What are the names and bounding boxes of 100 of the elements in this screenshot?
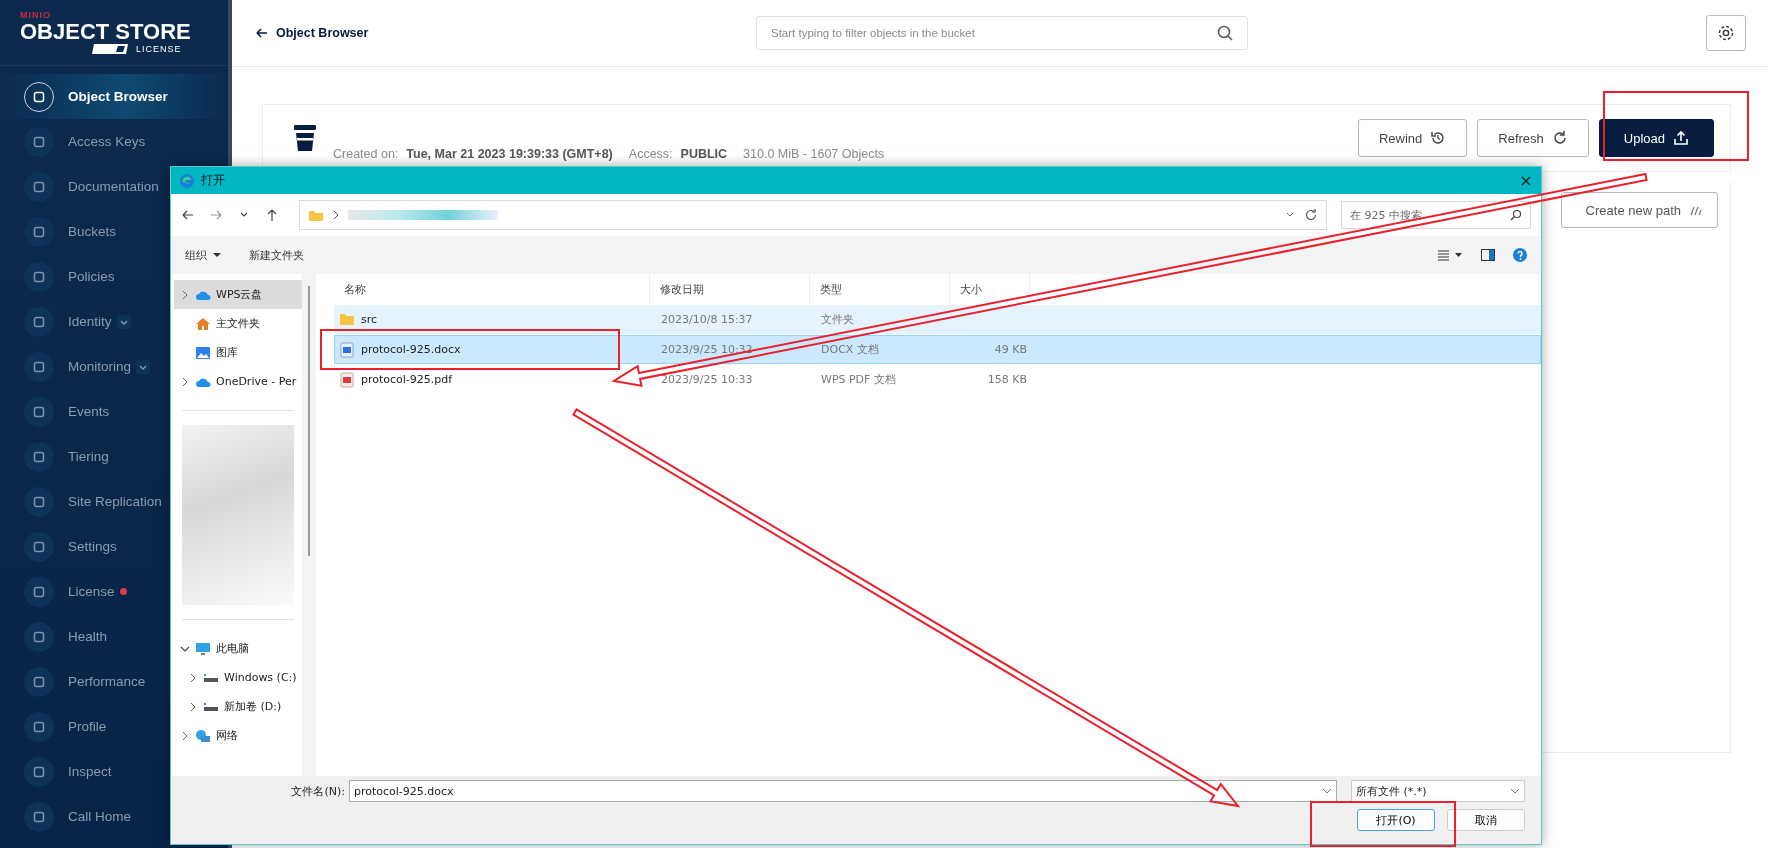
file-date: 2023/9/25 10:33 [660,373,754,386]
menu-item-icon [24,396,54,427]
home-icon [195,316,211,331]
chevron-right-icon[interactable] [188,701,198,712]
refresh-icon [1551,130,1568,146]
menu-item-icon [24,486,54,517]
sidebar-item[interactable]: Tiering [0,434,228,479]
rewind-button[interactable]: Rewind [1357,119,1468,157]
sidebar-item[interactable]: Access Keys [0,119,228,164]
forward-icon[interactable] [209,208,223,222]
nav-pane-item[interactable]: WPS云盘 [174,280,302,309]
back-link[interactable]: Object Browser [256,26,756,40]
file-type: WPS PDF 文档 [820,372,897,387]
browser-logo-icon [179,172,195,189]
menu-item-icon [24,126,54,157]
access-value: PUBLIC [680,147,728,161]
column-header[interactable]: 修改日期 [650,274,810,304]
folder-icon [308,208,324,222]
folder-icon [339,311,355,328]
dialog-title: 打开 [201,172,226,189]
file-row[interactable]: src 2023/10/8 15:37 文件夹 [334,305,1541,334]
menu-item-icon [24,756,54,787]
caret-icon [213,252,221,258]
nav-pane-item[interactable]: 主文件夹 [174,309,302,338]
file-size: 158 KB [986,373,1028,386]
chevron-right-icon[interactable] [188,672,198,683]
chevron-right-icon[interactable] [180,730,190,741]
chevron-right-icon[interactable] [180,289,190,300]
pdf-icon [339,371,355,388]
menu-item-icon [24,576,54,607]
menu-item-icon [24,666,54,697]
view-menu-icon[interactable] [1437,249,1463,261]
menu-item-icon [24,171,54,202]
settings-button[interactable] [1706,15,1746,51]
open-button[interactable]: 打开(O) [1357,809,1435,831]
search-icon [1510,209,1522,221]
upload-button[interactable]: Upload [1598,119,1714,157]
file-type: DOCX 文档 [820,342,880,357]
back-arrow-icon [256,28,268,38]
sidebar-item[interactable]: Call Home [0,794,228,839]
create-path-button[interactable]: Create new path [1560,192,1718,228]
search-field[interactable]: Start typing to filter objects in the bucket [756,16,1248,50]
refresh-button[interactable]: Refresh [1477,119,1589,157]
bucket-icon [293,124,317,152]
bucket-usage: 310.0 MiB - 1607 Objects [743,147,885,161]
path-icon [1689,204,1703,216]
preview-pane-icon[interactable] [1481,249,1495,261]
menu-item-icon [24,261,54,292]
file-date: 2023/10/8 15:37 [660,313,754,326]
column-header[interactable]: 名称 [334,274,650,304]
column-header[interactable]: 类型 [810,274,950,304]
menu-item-icon [24,531,54,562]
sidebar-item[interactable]: Settings [0,524,228,569]
nav-pane-item[interactable]: 网络 [174,721,302,750]
nav-pane-item[interactable]: 图库 [174,338,302,367]
sidebar-item[interactable]: Site Replication [0,479,228,524]
license-label: LICENSE [136,44,182,54]
network-icon [195,728,211,743]
sidebar-item[interactable]: Inspect [0,749,228,794]
menu-item-icon [24,216,54,247]
menu-item-icon [24,351,54,382]
menu-item-icon [24,306,54,337]
cancel-button[interactable]: 取消 [1447,809,1525,831]
scrollbar[interactable] [302,274,316,776]
file-name: protocol-925.pdf [361,373,453,386]
file-name: src [361,313,378,326]
file-size: 49 KB [993,343,1028,356]
menu-item-icon [24,801,54,832]
up-arrow-icon[interactable] [265,208,279,222]
menu-item-icon [24,711,54,742]
refresh-icon [1304,208,1318,222]
nav-pane-item[interactable]: 此电脑 [174,634,302,663]
product-name: OBJECT STORE [20,20,191,44]
back-icon[interactable] [181,208,195,222]
alert-dot [119,588,127,595]
filename-field[interactable]: protocol-925.docx [349,780,1337,802]
nav-pane-item[interactable]: Windows (C:) [174,663,302,692]
file-row[interactable]: protocol-925.pdf 2023/9/25 10:33 WPS PDF 文档 158 KB [334,365,1541,394]
file-name: protocol-925.docx [361,343,461,356]
column-header[interactable]: 大小 [950,274,1030,304]
search-icon [1217,25,1233,41]
chevron-down-icon [136,359,151,374]
access-label: Access: [628,147,673,161]
chevron-right-icon[interactable] [180,376,190,387]
sidebar-item[interactable]: License [0,569,228,614]
created-label: Created on: [333,147,399,161]
created-date: Tue, Mar 21 2023 19:39:33 (GMT+8) [406,147,613,161]
nav-pane-item[interactable]: 新加卷 (D:) [174,692,302,721]
menu-item-icon [24,441,54,472]
help-icon[interactable] [1513,248,1527,262]
menu-item-icon [24,621,54,652]
new-folder-button[interactable]: 新建文件夹 [249,247,304,263]
rewind-icon [1430,130,1447,146]
gear-icon [1717,24,1735,42]
gallery-icon [195,345,211,360]
file-type-dropdown[interactable]: 所有文件 (*.*) [1351,780,1525,802]
organize-menu[interactable]: 组织 [185,247,221,263]
license-badge-icon [92,44,130,54]
chevron-down-icon [116,314,131,329]
filename-label: 文件名(N): [291,783,345,799]
